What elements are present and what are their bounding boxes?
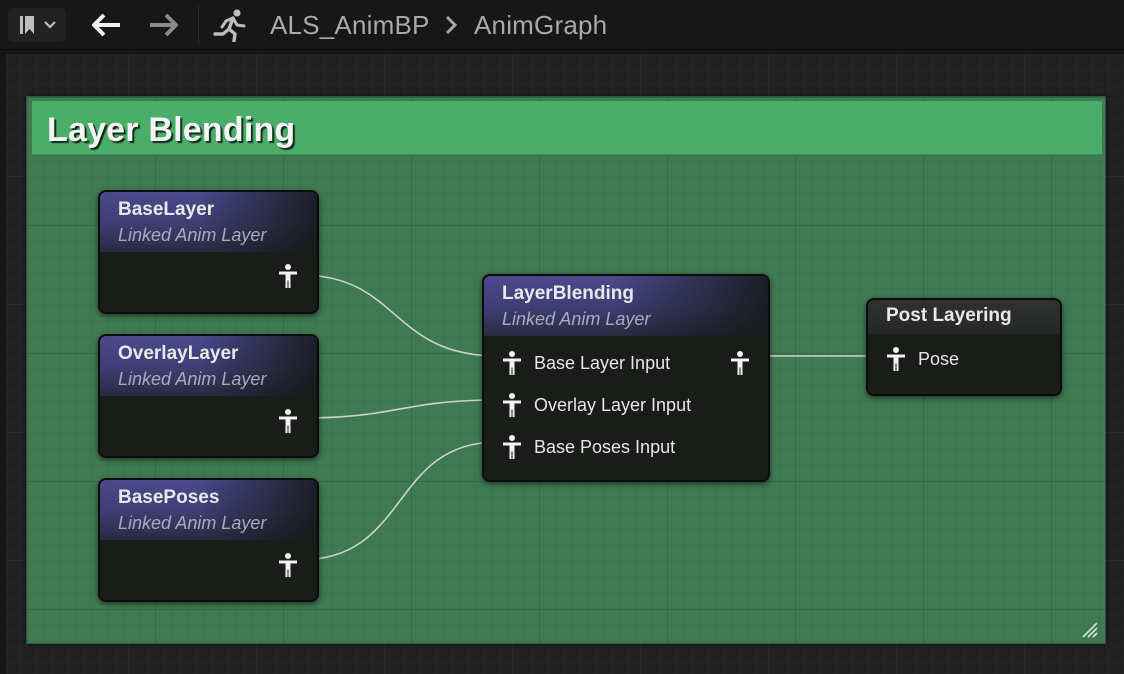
input-pin-base-layer[interactable]: Base Layer Input <box>500 348 670 378</box>
output-pose-pin[interactable] <box>728 348 752 378</box>
node-header[interactable]: BasePoses Linked Anim Layer <box>100 480 317 540</box>
node-header[interactable]: BaseLayer Linked Anim Layer <box>100 192 317 252</box>
pose-pin-icon <box>279 409 297 433</box>
node-subtitle: Linked Anim Layer <box>118 369 267 389</box>
node-title: BaseLayer <box>118 199 215 220</box>
running-man-icon <box>213 9 246 42</box>
bookmark-button[interactable] <box>8 8 66 42</box>
pose-pin-icon <box>731 351 749 375</box>
node-base-poses[interactable]: BasePoses Linked Anim Layer <box>98 478 319 602</box>
back-button[interactable] <box>88 8 124 42</box>
node-header[interactable]: Post Layering <box>868 300 1060 334</box>
node-title: LayerBlending <box>502 283 634 304</box>
node-base-layer[interactable]: BaseLayer Linked Anim Layer <box>98 190 319 314</box>
node-overlay-layer[interactable]: OverlayLayer Linked Anim Layer <box>98 334 319 458</box>
node-header[interactable]: OverlayLayer Linked Anim Layer <box>100 336 317 396</box>
bookmark-icon <box>20 16 56 34</box>
pose-pin-icon <box>503 351 521 375</box>
pose-pin-icon <box>503 435 521 459</box>
node-body <box>100 396 317 456</box>
pose-pin-icon <box>279 264 297 288</box>
output-pose-pin[interactable] <box>276 261 300 291</box>
pin-label: Base Layer Input <box>534 352 671 373</box>
pin-label: Pose <box>918 348 960 369</box>
input-pin-base-poses[interactable]: Base Poses Input <box>500 432 675 462</box>
node-post-layering[interactable]: Post Layering Pose <box>866 298 1062 396</box>
node-title: OverlayLayer <box>118 343 239 364</box>
node-body: Base Layer Input Overlay Layer Input Bas… <box>484 336 768 480</box>
node-body <box>100 540 317 600</box>
node-body: Pose <box>868 334 1060 394</box>
resize-grip-icon[interactable] <box>1079 619 1099 639</box>
node-title: BasePoses <box>118 487 220 508</box>
pose-pin-icon <box>887 347 905 371</box>
forward-button[interactable] <box>146 8 182 42</box>
output-pose-pin[interactable] <box>276 406 300 436</box>
forward-arrow-icon <box>150 13 178 37</box>
pose-pin-icon <box>279 553 297 577</box>
input-pin-pose[interactable]: Pose <box>884 344 959 374</box>
node-subtitle: Linked Anim Layer <box>502 309 651 329</box>
comment-title: Layer Blending <box>47 111 296 149</box>
node-subtitle: Linked Anim Layer <box>118 513 267 533</box>
node-subtitle: Linked Anim Layer <box>118 225 267 245</box>
comment-header[interactable]: Layer Blending <box>32 101 1102 155</box>
node-body <box>100 252 317 312</box>
node-header[interactable]: LayerBlending Linked Anim Layer <box>484 276 768 336</box>
pose-pin-icon <box>503 393 521 417</box>
breadcrumb-asset[interactable]: ALS_AnimBP <box>270 8 430 42</box>
output-pose-pin[interactable] <box>276 550 300 580</box>
graph-toolbar: ALS_AnimBP AnimGraph <box>0 0 1124 50</box>
pin-label: Base Poses Input <box>534 436 676 457</box>
chevron-down-icon <box>44 21 56 29</box>
breadcrumb-graph[interactable]: AnimGraph <box>474 8 607 42</box>
chevron-right-icon <box>445 15 458 35</box>
pin-label: Overlay Layer Input <box>534 394 692 415</box>
node-title: Post Layering <box>886 305 1012 326</box>
back-arrow-icon <box>92 13 120 37</box>
node-layer-blending[interactable]: LayerBlending Linked Anim Layer Base Lay… <box>482 274 770 482</box>
toolbar-separator <box>198 6 199 44</box>
input-pin-overlay-layer[interactable]: Overlay Layer Input <box>500 390 691 420</box>
